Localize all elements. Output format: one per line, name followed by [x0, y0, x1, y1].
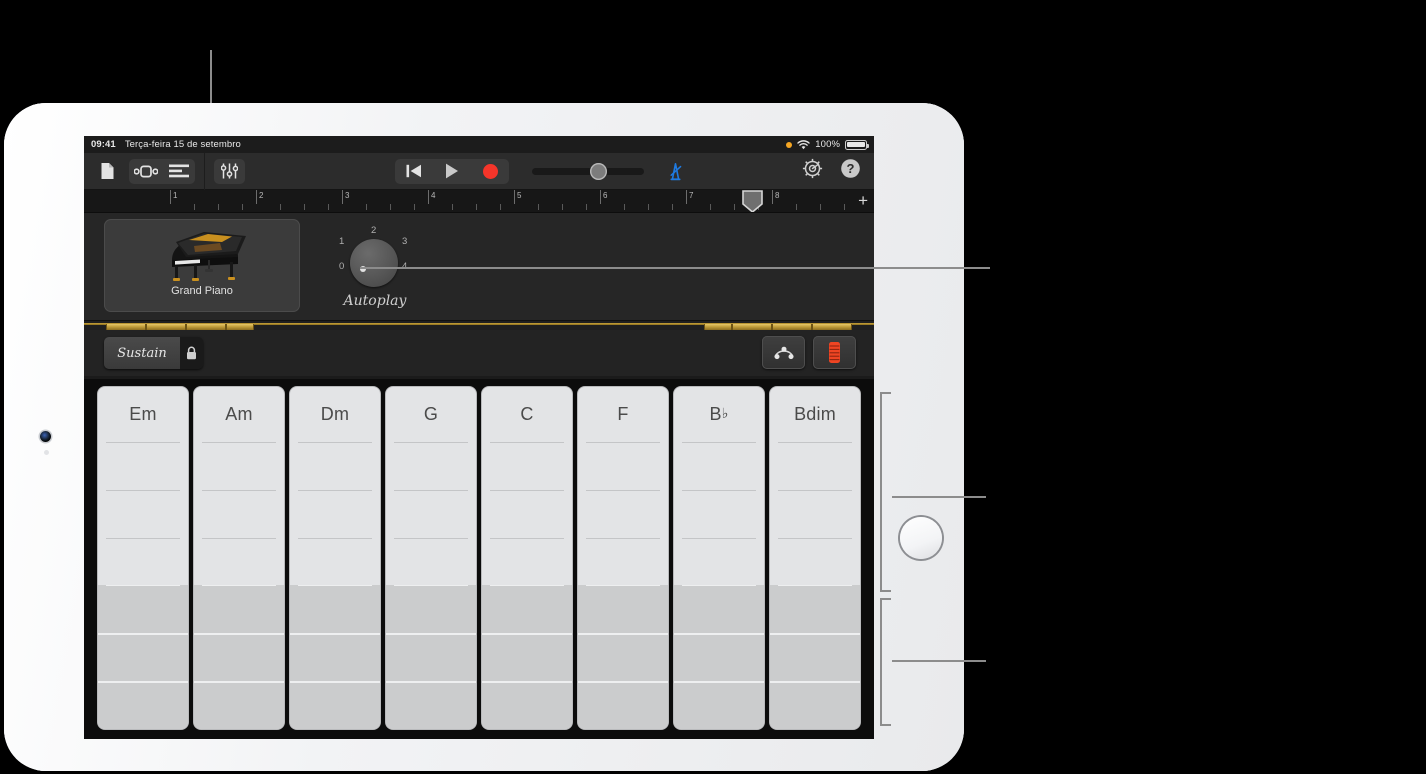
metronome-icon[interactable] — [666, 162, 685, 181]
record-icon[interactable] — [471, 159, 509, 184]
autoplay-value-1[interactable]: 1 — [339, 236, 344, 247]
gear-icon[interactable] — [802, 158, 823, 184]
chord-label: C — [520, 404, 534, 424]
tracks-list-icon[interactable] — [163, 159, 195, 184]
autoplay-value-0[interactable]: 0 — [339, 261, 344, 272]
play-icon[interactable] — [433, 159, 471, 184]
lock-icon[interactable] — [180, 337, 203, 369]
volume-track[interactable] — [532, 162, 644, 180]
add-section-button[interactable]: + — [858, 192, 868, 209]
status-date: Terça-feira 15 de setembro — [124, 139, 241, 150]
chord-strip[interactable]: C — [482, 387, 572, 729]
toolbar: ? — [84, 152, 874, 190]
ruler-bar-5: 5 — [517, 191, 522, 200]
chord-label: B♭ — [709, 404, 729, 424]
chord-strip[interactable]: F — [578, 387, 668, 729]
chord-label: Dm — [320, 404, 350, 424]
status-clock: 09:41 — [91, 139, 116, 150]
rewind-to-start-icon[interactable] — [395, 159, 433, 184]
callout-line-chord-lower — [892, 660, 986, 662]
ruler-bar-6: 6 — [603, 191, 608, 200]
mixer-sliders-icon[interactable] — [214, 158, 245, 184]
autoplay-value-2[interactable]: 2 — [371, 225, 376, 236]
track-view-icon[interactable] — [129, 159, 163, 184]
toolbar-divider — [204, 152, 205, 190]
chord-label: F — [617, 404, 629, 424]
ambient-light-sensor — [44, 450, 49, 455]
autoplay-knob[interactable] — [350, 239, 398, 287]
playhead-marker[interactable] — [741, 190, 764, 212]
callout-line-chord-upper — [892, 496, 986, 498]
ipad-screen: 09:41 Terça-feira 15 de setembro 100% ? … — [84, 136, 874, 739]
sustain-button[interactable]: Sustain — [104, 337, 180, 369]
grand-piano-icon — [142, 224, 262, 284]
keyboard-switch-icon[interactable] — [813, 336, 856, 369]
chord-strip[interactable]: G — [386, 387, 476, 729]
battery-full-icon — [845, 139, 870, 150]
sustain-control[interactable]: Sustain — [104, 337, 203, 369]
ruler-bar-3: 3 — [345, 191, 350, 200]
callout-line-autoplay-knob — [360, 267, 990, 269]
chord-strips: Em Am Dm G C F B♭ Bdim — [84, 379, 874, 739]
timeline-ruler[interactable]: 1 2 3 4 5 6 7 8 + — [84, 190, 874, 213]
ruler-bar-7: 7 — [689, 191, 694, 200]
document-icon[interactable] — [93, 159, 121, 184]
chord-strip[interactable]: Em — [98, 387, 188, 729]
home-button[interactable] — [898, 515, 944, 561]
battery-percent-label: 100% — [815, 139, 840, 150]
instrument-card-label: Grand Piano — [171, 285, 233, 297]
view-toggle-group — [129, 158, 195, 184]
screenshot-stage: 09:41 Terça-feira 15 de setembro 100% ? … — [0, 0, 1426, 774]
ruler-bar-1: 1 — [173, 191, 178, 200]
master-volume-slider[interactable] — [532, 162, 644, 180]
ruler-bar-4: 4 — [431, 191, 436, 200]
front-camera — [40, 431, 51, 442]
chord-label: Bdim — [794, 404, 836, 424]
transport-controls — [395, 158, 509, 184]
chord-strip[interactable]: Dm — [290, 387, 380, 729]
autoplay-value-3[interactable]: 3 — [402, 236, 407, 247]
ipad-device: 09:41 Terça-feira 15 de setembro 100% ? … — [4, 103, 964, 771]
status-bar: 09:41 Terça-feira 15 de setembro 100% — [84, 136, 874, 153]
wifi-icon — [797, 139, 810, 150]
piano-hinge-decoration — [84, 321, 874, 330]
chord-notes-icon[interactable] — [762, 336, 805, 369]
chord-label: Am — [225, 404, 253, 424]
chord-strip[interactable]: B♭ — [674, 387, 764, 729]
chord-strip[interactable]: Am — [194, 387, 284, 729]
chord-strip[interactable]: Bdim — [770, 387, 860, 729]
help-question-icon[interactable]: ? — [840, 158, 861, 184]
chord-label: G — [423, 404, 439, 424]
autoplay-label: Autoplay — [343, 293, 407, 309]
ruler-bar-8: 8 — [775, 191, 780, 200]
svg-text:?: ? — [847, 161, 855, 176]
instrument-card-grand-piano[interactable]: Grand Piano — [104, 219, 300, 312]
volume-knob[interactable] — [590, 162, 607, 180]
orange-status-dot — [786, 141, 793, 148]
chord-label: Em — [129, 404, 157, 424]
controls-row: Sustain — [84, 330, 874, 376]
ruler-bar-2: 2 — [259, 191, 264, 200]
